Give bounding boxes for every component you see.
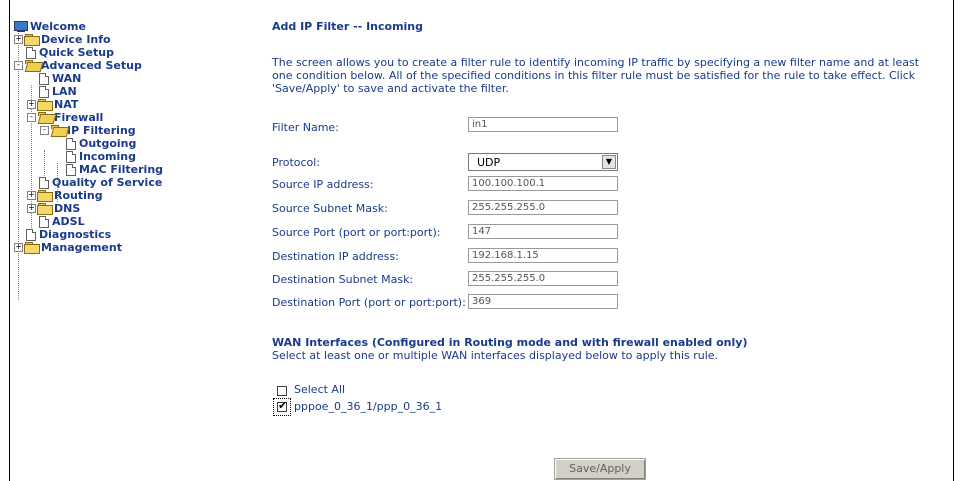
nav-item-diagnostics[interactable]: Diagnostics bbox=[26, 228, 111, 241]
nav-item-routing[interactable]: + Routing bbox=[27, 189, 103, 202]
folder-open-icon bbox=[50, 125, 70, 137]
nav-item-label: Incoming bbox=[79, 150, 136, 163]
protocol-label: Protocol: bbox=[272, 156, 321, 169]
expand-icon[interactable]: + bbox=[14, 35, 23, 44]
nav-item-quality-of-service[interactable]: Quality of Service bbox=[39, 176, 162, 189]
document-icon bbox=[39, 215, 49, 228]
nav-item-label: Device Info bbox=[41, 33, 111, 46]
document-icon bbox=[66, 150, 76, 163]
nav-item-label: ADSL bbox=[52, 215, 85, 228]
right-border bbox=[953, 0, 954, 481]
nav-item-nat[interactable]: + NAT bbox=[27, 98, 78, 111]
expand-icon[interactable]: + bbox=[14, 243, 23, 252]
nav-item-firewall[interactable]: - Firewall bbox=[27, 111, 103, 124]
nav-item-label: Management bbox=[41, 241, 122, 254]
nav-item-label: Welcome bbox=[30, 20, 86, 33]
expand-icon[interactable]: + bbox=[27, 100, 36, 109]
folder-icon bbox=[24, 34, 40, 46]
page-title: Add IP Filter -- Incoming bbox=[272, 20, 424, 33]
nav-item-label: Advanced Setup bbox=[41, 59, 142, 72]
nav-item-outgoing[interactable]: Outgoing bbox=[66, 137, 136, 150]
nav-item-label: Quality of Service bbox=[52, 176, 163, 189]
page-description: The screen allows you to create a filter… bbox=[272, 56, 920, 95]
nav-item-label: MAC Filtering bbox=[79, 163, 164, 176]
nav-item-label: IP Filtering bbox=[67, 124, 136, 137]
nav-item-management[interactable]: + Management bbox=[14, 241, 122, 254]
dest-ip-input[interactable] bbox=[468, 248, 618, 263]
source-ip-input[interactable] bbox=[468, 176, 618, 191]
page-frame: Welcome + Device Info Quick Setup - Adva… bbox=[0, 0, 961, 481]
folder-icon bbox=[37, 203, 53, 215]
nav-item-label: Quick Setup bbox=[39, 46, 114, 59]
nav-item-dns[interactable]: + DNS bbox=[27, 202, 80, 215]
folder-icon bbox=[37, 190, 53, 202]
wan-interfaces-instructions: Select at least one or multiple WAN inte… bbox=[272, 349, 719, 362]
document-icon bbox=[39, 85, 49, 98]
collapse-icon[interactable]: - bbox=[40, 126, 49, 135]
nav-item-adsl[interactable]: ADSL bbox=[39, 215, 85, 228]
dest-ip-label: Destination IP address: bbox=[272, 250, 399, 263]
collapse-icon[interactable]: - bbox=[14, 61, 23, 70]
document-icon bbox=[66, 137, 76, 150]
nav-item-incoming[interactable]: Incoming bbox=[66, 150, 136, 163]
expand-icon[interactable]: + bbox=[27, 204, 36, 213]
nav-item-quick-setup[interactable]: Quick Setup bbox=[26, 46, 114, 59]
nav-item-lan[interactable]: LAN bbox=[39, 85, 77, 98]
tree-connector bbox=[44, 150, 45, 176]
document-icon bbox=[39, 72, 49, 85]
dest-mask-label: Destination Subnet Mask: bbox=[272, 273, 414, 286]
select-all-label: Select All bbox=[294, 383, 346, 396]
dest-port-label: Destination Port (port or port:port): bbox=[272, 296, 466, 309]
expand-icon[interactable]: + bbox=[27, 191, 36, 200]
filter-name-label: Filter Name: bbox=[272, 121, 339, 134]
nav-item-mac-filtering[interactable]: MAC Filtering bbox=[66, 163, 163, 176]
source-mask-input[interactable] bbox=[468, 200, 618, 215]
tree-connector bbox=[18, 33, 19, 300]
document-icon bbox=[26, 46, 36, 59]
wan-interface-label: pppoe_0_36_1/ppp_0_36_1 bbox=[294, 400, 443, 413]
monitor-icon bbox=[14, 21, 28, 32]
dropdown-arrow-icon[interactable]: ▼ bbox=[602, 155, 616, 169]
save-apply-button[interactable]: Save/Apply bbox=[554, 458, 646, 480]
nav-item-label: NAT bbox=[54, 98, 79, 111]
nav-item-label: Outgoing bbox=[79, 137, 137, 150]
nav-item-label: LAN bbox=[52, 85, 77, 98]
wan-interface-checkbox[interactable]: ✔ bbox=[277, 399, 288, 412]
nav-item-label: Firewall bbox=[54, 111, 104, 124]
dest-mask-input[interactable] bbox=[468, 271, 618, 286]
nav-item-label: WAN bbox=[52, 72, 82, 85]
wan-interfaces-heading: WAN Interfaces (Configured in Routing mo… bbox=[272, 336, 748, 349]
folder-open-icon bbox=[37, 112, 57, 124]
checkmark-icon: ✔ bbox=[278, 399, 288, 412]
source-mask-label: Source Subnet Mask: bbox=[272, 202, 388, 215]
document-icon bbox=[39, 176, 49, 189]
document-icon bbox=[26, 228, 36, 241]
left-border bbox=[9, 0, 10, 481]
nav-item-ip-filtering[interactable]: - IP Filtering bbox=[40, 124, 136, 137]
nav-item-device-info[interactable]: + Device Info bbox=[14, 33, 111, 46]
folder-icon bbox=[24, 242, 40, 254]
folder-icon bbox=[37, 99, 53, 111]
nav-item-label: Diagnostics bbox=[39, 228, 112, 241]
filter-name-input[interactable] bbox=[468, 117, 618, 132]
source-port-label: Source Port (port or port:port): bbox=[272, 226, 441, 239]
select-all-checkbox[interactable] bbox=[277, 386, 287, 396]
nav-item-welcome[interactable]: Welcome bbox=[14, 20, 86, 33]
source-port-input[interactable] bbox=[468, 224, 618, 239]
source-ip-label: Source IP address: bbox=[272, 178, 374, 191]
collapse-icon[interactable]: - bbox=[27, 113, 36, 122]
document-icon bbox=[66, 163, 76, 176]
nav-item-label: Routing bbox=[54, 189, 103, 202]
nav-item-advanced-setup[interactable]: - Advanced Setup bbox=[14, 59, 142, 72]
dest-port-input[interactable] bbox=[468, 294, 618, 309]
protocol-select[interactable]: UDP ▼ bbox=[468, 153, 618, 171]
nav-item-wan[interactable]: WAN bbox=[39, 72, 81, 85]
folder-open-icon bbox=[24, 60, 44, 72]
protocol-selected-value: UDP bbox=[477, 156, 501, 169]
nav-item-label: DNS bbox=[54, 202, 81, 215]
